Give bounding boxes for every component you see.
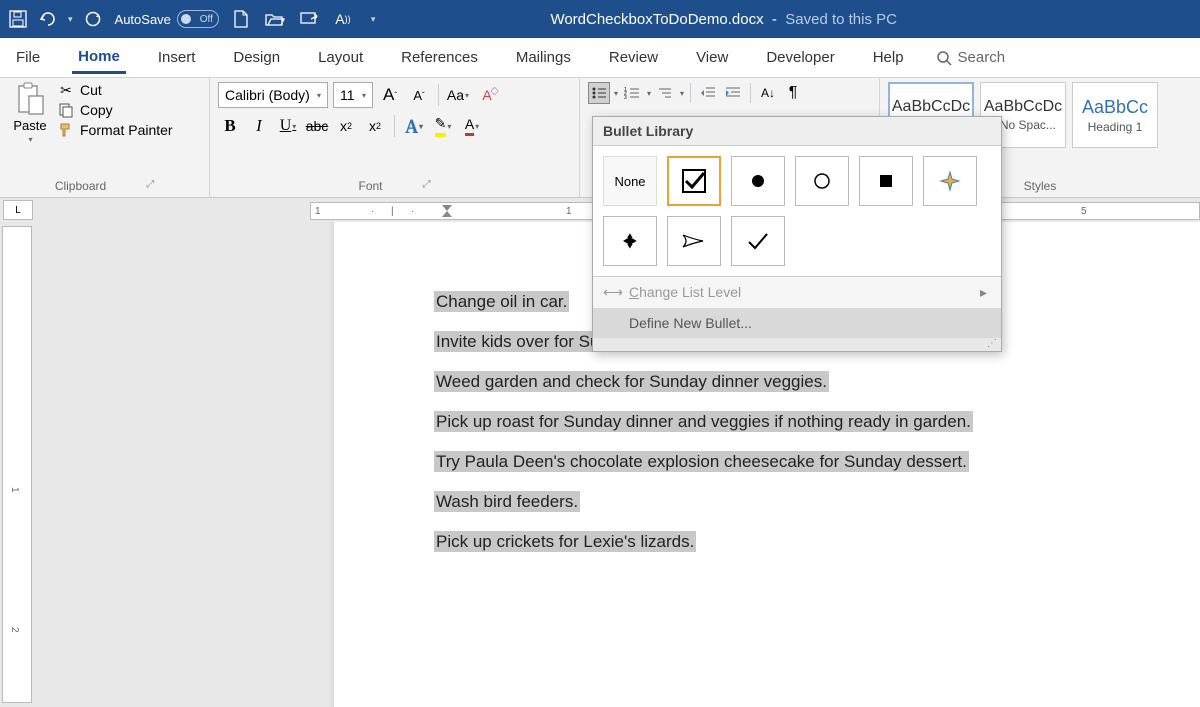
bullet-check[interactable] bbox=[731, 216, 785, 266]
highlight-button[interactable]: ✎▾ bbox=[431, 114, 455, 138]
cut-button[interactable]: ✂Cut bbox=[58, 82, 173, 98]
bullet-4star[interactable] bbox=[923, 156, 977, 206]
read-aloud-icon[interactable]: A)) bbox=[333, 9, 353, 29]
doc-line[interactable]: Weed garden and check for Sunday dinner … bbox=[434, 362, 1200, 402]
ribbon: Paste ▾ ✂Cut Copy Format Painter Clipboa… bbox=[0, 78, 1200, 198]
tab-design[interactable]: Design bbox=[227, 43, 286, 72]
ribbon-tabs: File Home Insert Design Layout Reference… bbox=[0, 38, 1200, 78]
bullet-library-dropdown: Bullet Library None ⟷ Change List Level▸… bbox=[592, 116, 1002, 352]
new-doc-icon[interactable] bbox=[231, 9, 251, 29]
define-new-bullet-item[interactable]: Define New Bullet... bbox=[593, 308, 1001, 338]
bullets-button[interactable] bbox=[588, 82, 610, 104]
doc-line[interactable]: Try Paula Deen's chocolate explosion che… bbox=[434, 442, 1200, 482]
bullet-none[interactable]: None bbox=[603, 156, 657, 206]
share-icon[interactable] bbox=[299, 9, 319, 29]
decrease-indent-button[interactable] bbox=[697, 82, 719, 104]
tab-layout[interactable]: Layout bbox=[312, 43, 369, 72]
font-launcher-icon[interactable]: ⤢ bbox=[423, 179, 431, 193]
vertical-ruler[interactable]: 1 2 bbox=[2, 226, 32, 703]
svg-text:3: 3 bbox=[624, 95, 627, 100]
tab-file[interactable]: File bbox=[10, 43, 46, 72]
bullet-checkbox[interactable] bbox=[667, 156, 721, 206]
superscript-button[interactable]: x2 bbox=[363, 114, 387, 138]
tab-home[interactable]: Home bbox=[72, 42, 126, 74]
sort-button[interactable]: A↓ bbox=[757, 82, 779, 104]
bullet-square[interactable] bbox=[859, 156, 913, 206]
change-case-button[interactable]: Aa▾ bbox=[446, 83, 470, 107]
tab-insert[interactable]: Insert bbox=[152, 43, 202, 72]
redo-icon[interactable] bbox=[83, 9, 103, 29]
change-list-level-item: ⟷ Change List Level▸ bbox=[593, 277, 1001, 308]
bullet-4diamond[interactable] bbox=[603, 216, 657, 266]
paste-label: Paste bbox=[13, 118, 46, 133]
subscript-button[interactable]: x2 bbox=[334, 114, 358, 138]
tab-selector[interactable]: L bbox=[3, 200, 33, 220]
scissors-icon: ✂ bbox=[58, 82, 74, 98]
open-icon[interactable] bbox=[265, 9, 285, 29]
underline-button[interactable]: U▾ bbox=[276, 114, 300, 138]
paste-icon bbox=[15, 82, 45, 116]
doc-line[interactable]: Pick up roast for Sunday dinner and vegg… bbox=[434, 402, 1200, 442]
clipboard-group-label: Clipboard bbox=[55, 179, 106, 193]
font-group-label: Font bbox=[358, 179, 382, 193]
numbering-button[interactable]: 123 bbox=[621, 82, 643, 104]
strike-button[interactable]: abc bbox=[305, 114, 329, 138]
format-painter-button[interactable]: Format Painter bbox=[58, 122, 173, 138]
italic-button[interactable]: I bbox=[247, 114, 271, 138]
undo-icon[interactable] bbox=[38, 9, 58, 29]
font-color-button[interactable]: A▾ bbox=[460, 114, 484, 138]
grow-font-button[interactable]: Aˆ bbox=[378, 83, 402, 107]
clipboard-launcher-icon[interactable]: ⤢ bbox=[146, 179, 154, 193]
paste-button[interactable]: Paste ▾ bbox=[8, 82, 52, 144]
tab-help[interactable]: Help bbox=[867, 43, 910, 72]
save-icon[interactable] bbox=[8, 9, 28, 29]
tab-view[interactable]: View bbox=[690, 43, 734, 72]
tab-mailings[interactable]: Mailings bbox=[510, 43, 577, 72]
bullet-circle[interactable] bbox=[795, 156, 849, 206]
clear-format-button[interactable]: A◇ bbox=[475, 83, 499, 107]
bullet-arrow[interactable] bbox=[667, 216, 721, 266]
bold-button[interactable]: B bbox=[218, 114, 242, 138]
style-heading1[interactable]: AaBbCc Heading 1 bbox=[1072, 82, 1158, 148]
autosave-label: AutoSave bbox=[115, 12, 171, 27]
tab-references[interactable]: References bbox=[395, 43, 484, 72]
multilevel-button[interactable] bbox=[654, 82, 676, 104]
document-title: WordCheckboxToDoDemo.docx - Saved to thi… bbox=[375, 11, 1072, 28]
doc-line[interactable]: Wash bird feeders. bbox=[434, 482, 1200, 522]
font-name-combo[interactable]: Calibri (Body)▾ bbox=[218, 82, 328, 108]
shrink-font-button[interactable]: Aˇ bbox=[407, 83, 431, 107]
text-effects-button[interactable]: A▾ bbox=[402, 114, 426, 138]
title-bar: ▾ AutoSave Off A)) ▾ WordCheckboxToDoDem… bbox=[0, 0, 1200, 38]
list-level-icon: ⟷ bbox=[603, 284, 623, 301]
styles-group-label: Styles bbox=[1024, 179, 1057, 193]
tab-developer[interactable]: Developer bbox=[760, 43, 840, 72]
doc-line[interactable]: Pick up crickets for Lexie's lizards. bbox=[434, 522, 1200, 562]
tab-review[interactable]: Review bbox=[603, 43, 664, 72]
bullets-dropdown-icon[interactable]: ▾ bbox=[614, 89, 618, 98]
copy-icon bbox=[58, 102, 74, 118]
resize-grip-icon[interactable]: ⋰ bbox=[593, 338, 1001, 351]
bullet-disc[interactable] bbox=[731, 156, 785, 206]
show-marks-button[interactable]: ¶ bbox=[782, 82, 804, 104]
search-icon bbox=[936, 50, 952, 66]
bullet-library-title: Bullet Library bbox=[593, 117, 1001, 146]
copy-button[interactable]: Copy bbox=[58, 102, 173, 118]
brush-icon bbox=[58, 122, 74, 138]
increase-indent-button[interactable] bbox=[722, 82, 744, 104]
font-size-combo[interactable]: 11▾ bbox=[333, 82, 373, 108]
autosave-toggle[interactable]: Off bbox=[177, 10, 219, 28]
search-box[interactable]: Search bbox=[936, 49, 1006, 66]
